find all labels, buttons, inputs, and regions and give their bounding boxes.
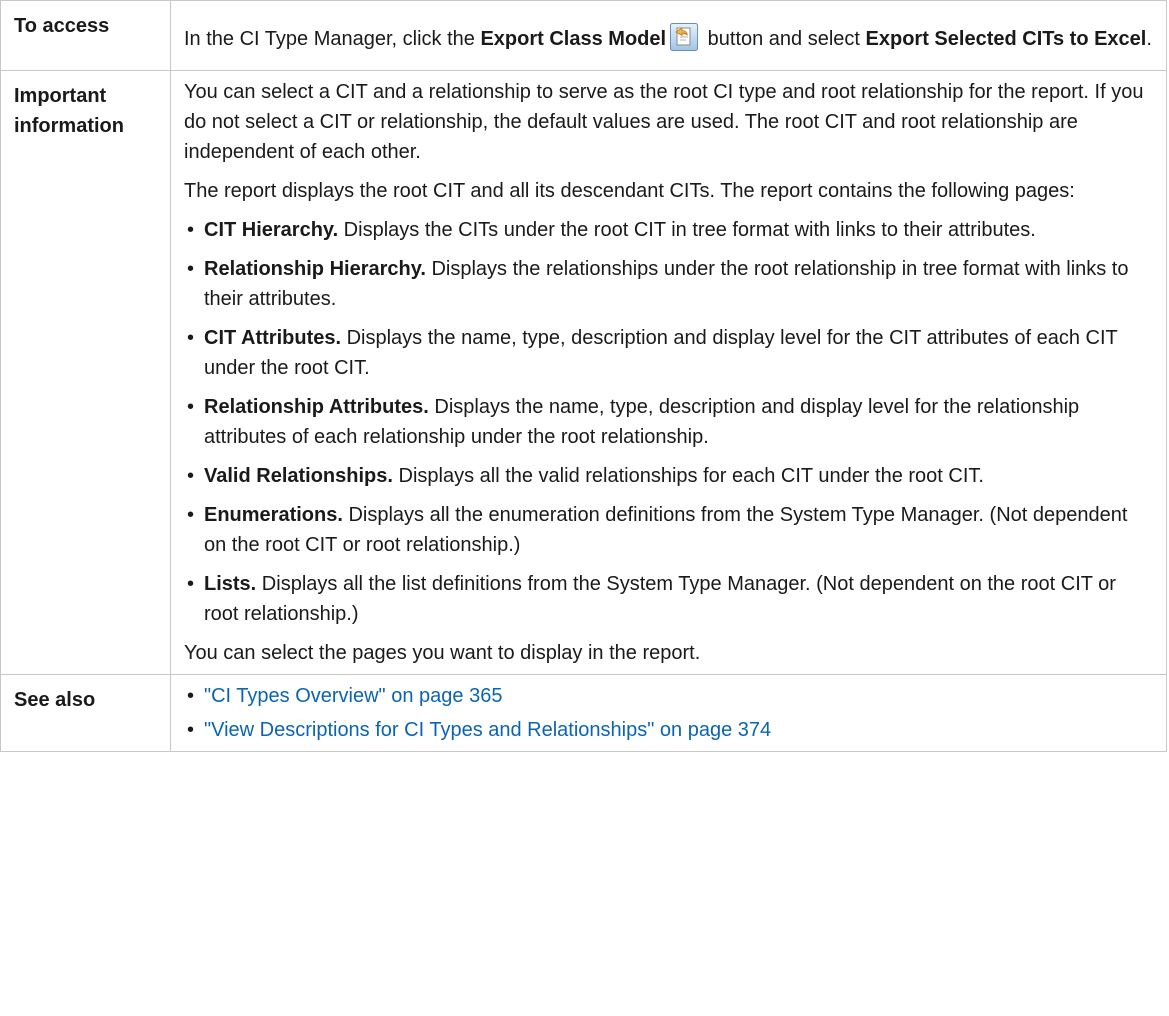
list-item: • Enumerations. Displays all the enumerat…: [184, 500, 1152, 560]
item-text: Displays the CITs under the root CIT in …: [338, 219, 1036, 241]
content-important-information: You can select a CIT and a relationship …: [170, 70, 1167, 675]
item-text: Displays all the enumeration definitions…: [204, 504, 1128, 556]
access-text-2: button and select: [702, 28, 866, 50]
list-item: • Valid Relationships. Displays all the v…: [184, 461, 1152, 491]
bullet-icon: •: [187, 719, 195, 741]
export-class-model-label: Export Class Model: [480, 28, 667, 50]
list-item: • "CI Types Overview" on page 365: [184, 681, 1152, 711]
list-item: • "View Descriptions for CI Types and Rel…: [184, 715, 1152, 745]
label-line-1: Important: [14, 85, 107, 107]
important-paragraph-2: The report displays the root CIT and all…: [184, 180, 1075, 202]
bullet-icon: •: [187, 396, 195, 418]
link-ci-types-overview[interactable]: "CI Types Overview" on page 365: [204, 685, 502, 707]
label-important-information: Important information: [0, 70, 171, 675]
info-table: To access In the CI Type Manager, click …: [0, 0, 1167, 752]
item-title: Relationship Hierarchy.: [204, 258, 426, 280]
row-see-also: See also • "CI Types Overview" on page 36…: [0, 674, 1167, 752]
important-paragraph-3: You can select the pages you want to dis…: [184, 642, 701, 664]
export-class-model-icon: [670, 23, 699, 60]
list-item: • CIT Hierarchy. Displays the CITs under …: [184, 215, 1152, 245]
item-title: CIT Hierarchy.: [204, 219, 339, 241]
row-important-information: Important information You can select a C…: [0, 70, 1167, 675]
item-title: Relationship Attributes.: [204, 396, 429, 418]
content-to-access: In the CI Type Manager, click the Export…: [170, 0, 1167, 71]
bullet-icon: •: [187, 573, 195, 595]
see-also-list: • "CI Types Overview" on page 365 • "View …: [184, 681, 1152, 745]
label-see-also: See also: [0, 674, 171, 752]
label-to-access: To access: [0, 0, 171, 71]
bullet-icon: •: [187, 258, 195, 280]
export-selected-label: Export Selected CITs to Excel: [865, 28, 1147, 50]
item-text: Displays all the valid relationships for…: [392, 465, 984, 487]
bullet-icon: •: [187, 465, 195, 487]
bullet-icon: •: [187, 327, 195, 349]
item-title: Valid Relationships.: [204, 465, 393, 487]
access-text-3: .: [1146, 28, 1152, 50]
list-item: • Relationship Hierarchy. Displays the re…: [184, 254, 1152, 314]
item-text: Displays all the list definitions from t…: [204, 573, 1116, 625]
item-title: Lists.: [204, 573, 257, 595]
report-pages-list: • CIT Hierarchy. Displays the CITs under …: [184, 215, 1152, 629]
row-to-access: To access In the CI Type Manager, click …: [0, 0, 1167, 71]
link-view-descriptions[interactable]: "View Descriptions for CI Types and Rela…: [204, 719, 771, 741]
list-item: • CIT Attributes. Displays the name, type…: [184, 323, 1152, 383]
bullet-icon: •: [187, 504, 195, 526]
item-title: CIT Attributes.: [204, 327, 342, 349]
list-item: • Relationship Attributes. Displays the n…: [184, 392, 1152, 452]
item-title: Enumerations.: [204, 504, 343, 526]
bullet-icon: •: [187, 219, 195, 241]
list-item: • Lists. Displays all the list definition…: [184, 569, 1152, 629]
access-text-1: In the CI Type Manager, click the: [184, 28, 481, 50]
item-text: Displays the name, type, description and…: [204, 327, 1118, 379]
important-paragraph-1: You can select a CIT and a relationship …: [184, 81, 1144, 163]
bullet-icon: •: [187, 685, 195, 707]
content-see-also: • "CI Types Overview" on page 365 • "View …: [170, 674, 1167, 752]
label-line-2: information: [14, 115, 124, 137]
